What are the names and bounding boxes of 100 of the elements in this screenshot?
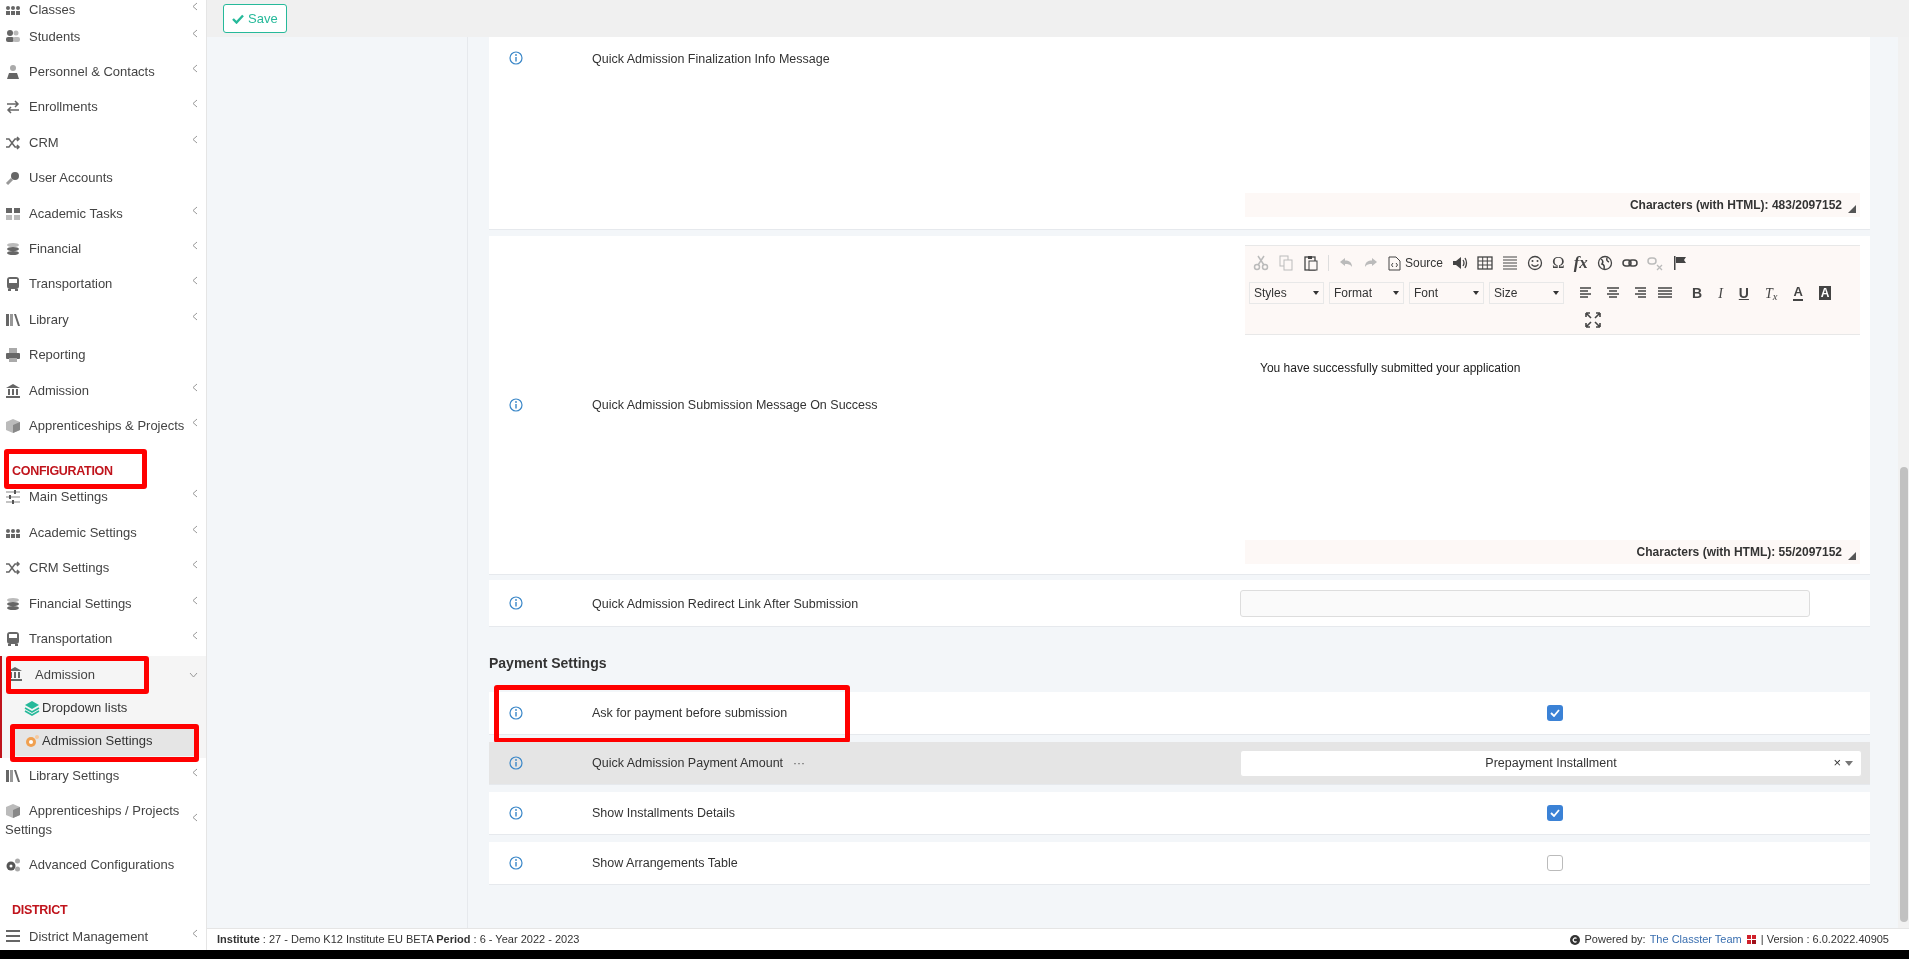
check-icon [1550, 709, 1560, 717]
sidebar-item[interactable]: Personnel & Contacts [5, 62, 185, 81]
info-icon[interactable] [509, 856, 523, 870]
input-field[interactable] [1240, 589, 1810, 617]
books-icon [5, 311, 21, 328]
caret-icon [1845, 760, 1853, 766]
person-icon [5, 63, 21, 80]
sidebar-item[interactable]: Advanced Configurations [5, 855, 185, 874]
background-color-button[interactable]: A [1818, 286, 1832, 300]
table-icon[interactable] [1477, 255, 1494, 271]
ellipsis-button[interactable]: ··· [793, 754, 806, 772]
setting-label: Quick Admission Payment Amount [592, 754, 784, 772]
sliders-icon [5, 489, 21, 506]
checkbox[interactable] [1547, 855, 1563, 871]
clear-format-button[interactable]: T$_{x}$ [1764, 282, 1778, 304]
rich-text-editor[interactable]: Source Ω fx Styles Format Font Size B I U T$_{x}$ A A You have successfully submitted your application Characters (with HTML): 55/2097152 [1245, 245, 1860, 564]
sidebar-item[interactable]: District Management [5, 926, 185, 946]
select-field[interactable]: Prepayment Installment × [1240, 749, 1862, 777]
version-text: | Version : 6.0.2022.40905 [1760, 932, 1889, 948]
sidebar-item[interactable]: Reporting [5, 345, 185, 364]
flag-icon[interactable] [1671, 255, 1688, 271]
arrows-icon [5, 99, 21, 116]
list-icon [5, 928, 21, 945]
sidebar-item[interactable]: Main Settings [5, 487, 185, 507]
institute-info: Institute : 27 - Demo K12 Institute EU BETA Period : 6 - Year 2022 - 2023 [217, 932, 580, 948]
sidebar-item[interactable]: Library [5, 310, 185, 329]
sidebar-item[interactable]: Apprenticeships & Projects [5, 416, 185, 435]
section-title: Payment Settings [489, 655, 607, 671]
powered-by-text: Powered by: [1584, 932, 1646, 948]
sidebar-item[interactable]: CRM [5, 133, 185, 152]
sidebar-item[interactable]: User Accounts [5, 168, 185, 187]
italic-button[interactable]: I [1718, 282, 1723, 304]
cube-icon [5, 417, 21, 434]
grid-icon [5, 205, 21, 222]
sidebar-item[interactable]: Students [5, 26, 185, 46]
sidebar-item[interactable]: Academic Tasks [5, 203, 185, 223]
key-icon [5, 170, 21, 187]
submenu-item[interactable]: Dropdown lists [14, 693, 194, 723]
info-icon[interactable] [509, 806, 523, 820]
resize-handle-icon[interactable] [1848, 205, 1856, 213]
books-icon [5, 767, 21, 784]
sidebar-item[interactable]: Transportation [5, 274, 185, 294]
shuffle-icon [5, 134, 21, 151]
sidebar-item[interactable]: Academic Settings [5, 523, 185, 542]
bank-icon [5, 382, 21, 399]
sidebar-item[interactable]: Financial Settings [5, 594, 185, 613]
checkbox[interactable] [1547, 805, 1563, 821]
scrollbar[interactable] [1898, 37, 1909, 928]
bus-icon [5, 276, 21, 293]
info-icon[interactable] [509, 398, 523, 412]
source-button[interactable]: Source [1388, 254, 1444, 272]
sidebar-item[interactable]: Enrollments [5, 97, 185, 117]
smiley-icon[interactable] [1527, 255, 1544, 271]
sidebar-item[interactable]: Admission [5, 380, 185, 400]
setting-label: Quick Admission Submission Message On Success [592, 396, 878, 414]
paste-icon[interactable] [1303, 255, 1319, 271]
sidebar-item[interactable]: Transportation [5, 629, 185, 648]
sidebar-item[interactable]: CRM Settings [5, 558, 185, 577]
formula-button[interactable]: fx [1573, 250, 1588, 276]
info-icon[interactable] [509, 596, 523, 610]
character-count: Characters (with HTML): 483/2097152 [1629, 197, 1842, 214]
editor-text[interactable]: You have successfully submitted your application [1245, 335, 1860, 377]
bus-icon [5, 630, 21, 647]
sidebar-item[interactable]: Financial [5, 239, 185, 258]
info-icon[interactable] [509, 51, 523, 65]
sidebar-item[interactable]: Classes [5, 0, 185, 19]
info-icon[interactable] [509, 756, 523, 770]
align-center-icon[interactable] [1605, 285, 1621, 301]
setting-label: Show Arrangements Table [592, 854, 738, 872]
setting-label: Quick Admission Redirect Link After Submission [592, 597, 859, 611]
toolbar-dropdown[interactable]: Format [1329, 282, 1404, 304]
toolbar-dropdown[interactable]: Styles [1249, 282, 1324, 304]
maximize-icon[interactable] [1584, 312, 1601, 328]
sidebar-item[interactable]: Apprenticeships / Projects Settings [5, 801, 185, 839]
speaker-icon[interactable] [1452, 255, 1469, 271]
globe-icon[interactable] [1596, 255, 1613, 271]
sidebar-item[interactable]: Library Settings [5, 766, 185, 785]
sidebar-item[interactable]: Admission [7, 664, 187, 684]
toolbar-dropdown[interactable]: Font [1409, 282, 1484, 304]
clear-button[interactable]: × [1833, 753, 1841, 773]
info-icon[interactable] [509, 706, 523, 720]
team-link[interactable]: The Classter Team [1649, 931, 1742, 948]
coins-icon [5, 595, 21, 612]
horizontal-lines-icon[interactable] [1502, 255, 1519, 271]
section-heading: CONFIGURATION [12, 464, 113, 479]
checkbox[interactable] [1547, 705, 1563, 721]
setting-label: Ask for payment before submission [592, 704, 788, 722]
rich-text-editor[interactable]: Characters (with HTML): 483/2097152 [1245, 37, 1860, 217]
caret-icon [1473, 291, 1479, 295]
bold-button[interactable]: B [1692, 282, 1703, 304]
toolbar-dropdown[interactable]: Size [1489, 282, 1564, 304]
underline-button[interactable]: U [1738, 282, 1749, 304]
justify-icon[interactable] [1657, 285, 1673, 301]
resize-handle-icon[interactable] [1848, 552, 1856, 560]
text-color-button[interactable]: A [1793, 285, 1803, 301]
document-code-icon [1388, 255, 1401, 271]
special-character-button[interactable]: Ω [1552, 250, 1565, 276]
character-count: Characters (with HTML): 55/2097152 [1636, 544, 1842, 561]
cube-icon [5, 803, 21, 820]
setting-label: Quick Admission Finalization Info Message [592, 51, 830, 68]
